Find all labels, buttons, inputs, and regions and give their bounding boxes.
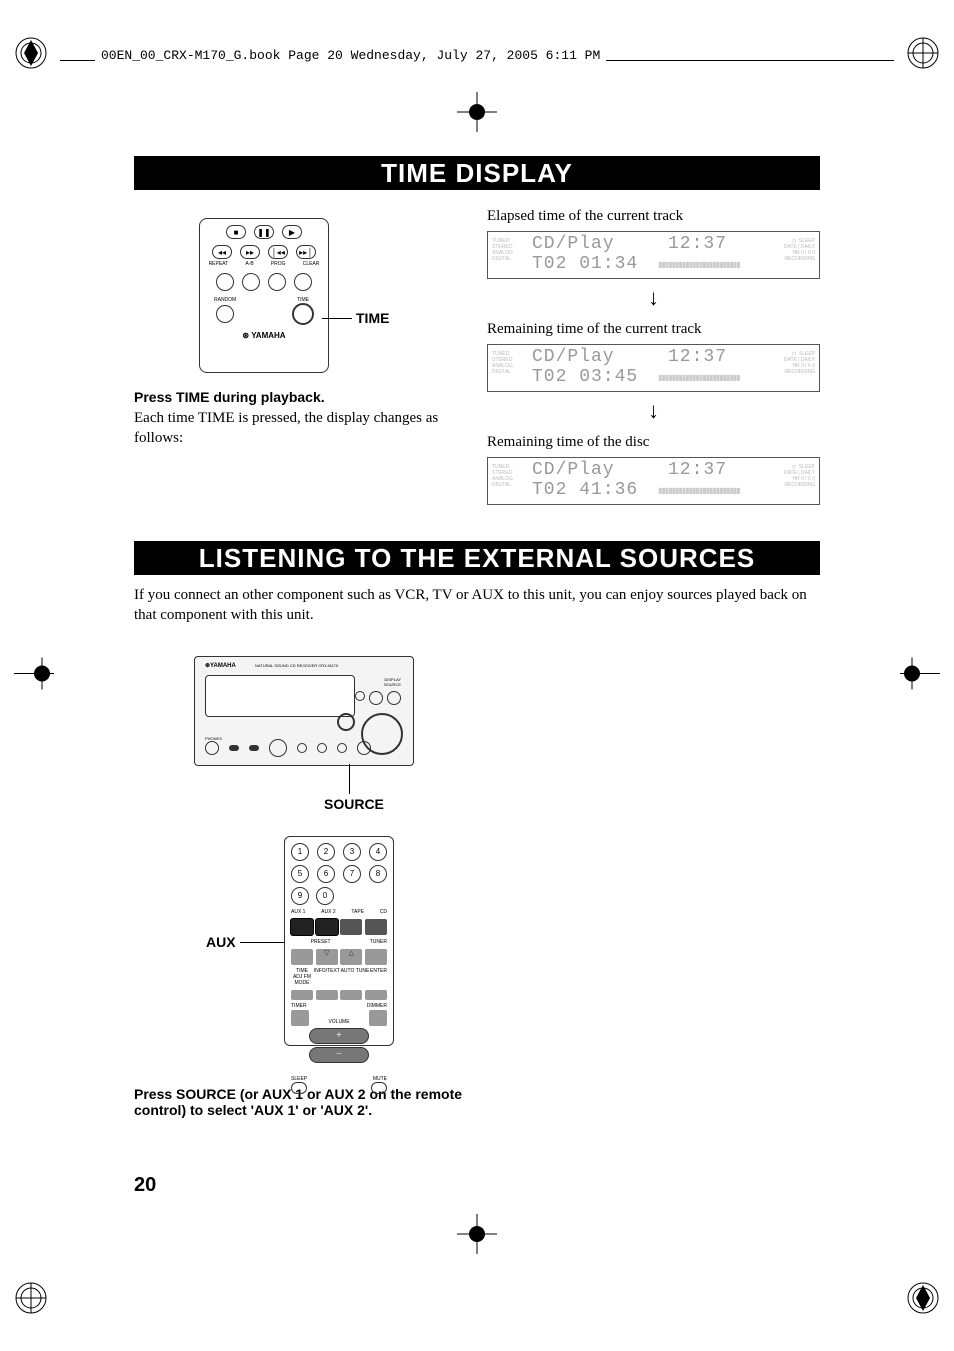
disp3-line2: T02 41:36	[532, 480, 638, 500]
section-title-external-sources: LISTENING TO THE EXTERNAL SOURCES	[134, 541, 820, 575]
volume-up-icon: +	[309, 1028, 369, 1044]
print-reg-tl	[14, 36, 48, 70]
remote-illustration-lower: 1234 5678 90 AUX 1AUX 2TAPECD PRESETTUNE…	[284, 836, 394, 1046]
disp3-bars: ▮▮▮▮▮▮▮▮▮▮▮▮▮▮▮▮▮▮▮▮▮▮▮▮	[658, 486, 740, 495]
src-lbl-aux1: AUX 1	[291, 909, 305, 915]
print-reg-br	[906, 1281, 940, 1315]
disp1-clock: 12:37	[668, 234, 727, 254]
cd-button-icon	[365, 919, 387, 935]
arrow-down-icon: ↓	[487, 398, 820, 424]
callout-line-aux	[240, 942, 284, 943]
disp1-bars: ▮▮▮▮▮▮▮▮▮▮▮▮▮▮▮▮▮▮▮▮▮▮▮▮	[658, 260, 740, 269]
instruction-press-time: Press TIME during playback.	[134, 389, 467, 405]
disp1-line2: T02 01:34	[532, 254, 638, 274]
remote-label-clear: CLEAR	[303, 261, 320, 267]
callout-source-label: SOURCE	[324, 796, 384, 812]
sleep-label: SLEEP	[291, 1076, 307, 1082]
callout-line-time	[322, 318, 352, 319]
volume-label: VOLUME	[309, 1019, 369, 1025]
remote-label-prog: PROG	[271, 261, 286, 267]
src-lbl-aux2: AUX 2	[321, 909, 335, 915]
remote-brand: YAMAHA	[251, 331, 285, 340]
aux2-button-icon	[316, 919, 338, 935]
disp2-line1: CD/Play	[532, 347, 615, 367]
print-cross-right	[900, 653, 940, 698]
volume-down-icon: −	[309, 1047, 369, 1063]
src-lbl-tuner: TUNER	[370, 939, 387, 945]
remote-label-random: RANDOM	[214, 297, 236, 303]
header-file-stamp: 00EN_00_CRX-M170_G.book Page 20 Wednesda…	[95, 48, 606, 63]
mute-label: MUTE	[373, 1076, 387, 1082]
remote-label-ab: A-B	[245, 261, 253, 267]
print-reg-tr	[906, 36, 940, 70]
display-panel-3: TUNEDSTEREOANALOGDIGITAL ◷ SLEEPDATE | D…	[487, 457, 820, 505]
section2-intro: If you connect an other component such a…	[134, 585, 820, 626]
display-panel-2: TUNEDSTEREOANALOGDIGITAL ◷ SLEEPDATE | D…	[487, 344, 820, 392]
page-number: 20	[134, 1174, 156, 1197]
disp2-line2: T02 03:45	[532, 367, 638, 387]
src-lbl-cd: CD	[380, 909, 387, 915]
callout-aux-label: AUX	[206, 934, 236, 950]
print-cross-left	[14, 653, 54, 698]
yamaha-logo-icon: ⊛	[242, 331, 249, 340]
remote-illustration-top: ■❚❚▶ ◂◂▸▸│◂◂▸▸│ REPEATA-BPROGCLEAR RANDO…	[199, 218, 329, 373]
disp1-line1: CD/Play	[532, 234, 615, 254]
disp-label-elapsed: Elapsed time of the current track	[487, 208, 820, 225]
remote-label-time: TIME	[292, 297, 314, 303]
remote-label-repeat: REPEAT	[209, 261, 229, 267]
time-button-icon	[292, 303, 314, 325]
receiver-right-labels: DISPLAYSOURCE	[384, 677, 401, 687]
disp-label-remain-disc: Remaining time of the disc	[487, 434, 820, 451]
receiver-model: NATURAL SOUND CD RECEIVER CRX-M170	[255, 663, 338, 668]
src-lbl-tape: TAPE	[351, 909, 364, 915]
callout-line-source	[349, 764, 350, 794]
print-reg-bl	[14, 1281, 48, 1315]
section-title-time-display: TIME DISPLAY	[134, 156, 820, 190]
arrow-down-icon: ↓	[487, 285, 820, 311]
disp-label-remain-track: Remaining time of the current track	[487, 321, 820, 338]
disp3-line1: CD/Play	[532, 460, 615, 480]
receiver-brand: YAMAHA	[210, 663, 236, 669]
disp2-bars: ▮▮▮▮▮▮▮▮▮▮▮▮▮▮▮▮▮▮▮▮▮▮▮▮	[658, 373, 740, 382]
display-panel-1: TUNEDSTEREOANALOGDIGITAL ◷ SLEEPDATE | D…	[487, 231, 820, 279]
receiver-illustration: ⊛YAMAHA NATURAL SOUND CD RECEIVER CRX-M1…	[194, 656, 414, 766]
aux1-button-icon	[291, 919, 313, 935]
tape-button-icon	[340, 919, 362, 935]
print-cross-bottom	[457, 1214, 497, 1259]
receiver-screen	[205, 675, 355, 717]
disp2-clock: 12:37	[668, 347, 727, 367]
callout-time-label: TIME	[356, 310, 389, 326]
source-knob-icon	[337, 713, 355, 731]
disp3-clock: 12:37	[668, 460, 727, 480]
print-cross-top	[457, 92, 497, 137]
timer-label: TIMER	[291, 1003, 307, 1009]
instruction-body: Each time TIME is pressed, the display c…	[134, 409, 467, 448]
src-lbl-preset: PRESET	[311, 939, 331, 945]
dimmer-label: DIMMER	[367, 1003, 387, 1009]
